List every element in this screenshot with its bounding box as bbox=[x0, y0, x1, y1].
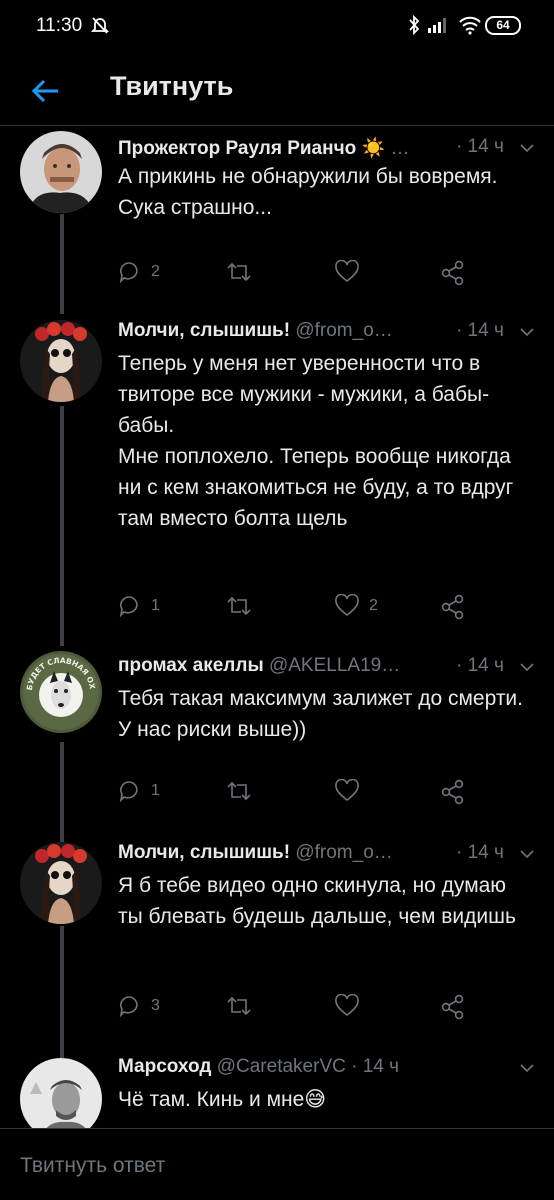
status-time: 11:30 bbox=[36, 15, 83, 36]
like-button[interactable]: 2 bbox=[334, 594, 378, 618]
signal-icon bbox=[426, 16, 450, 39]
reply-button[interactable]: 2 bbox=[118, 260, 160, 284]
tweet[interactable]: ЭТО БУДЕТ СЛАВНАЯ ОХОТА! промах акеллы @… bbox=[0, 645, 554, 833]
tweet[interactable]: Марсоход @CaretakerVC · 14 ч Чё там. Кин… bbox=[0, 1046, 554, 1128]
avatar[interactable] bbox=[20, 131, 102, 213]
avatar[interactable] bbox=[20, 1058, 102, 1128]
share-button[interactable] bbox=[440, 779, 466, 805]
chevron-down-icon[interactable] bbox=[520, 140, 534, 158]
reply-count: 2 bbox=[151, 263, 160, 280]
chevron-down-icon[interactable] bbox=[520, 1060, 534, 1078]
tweet-author-name[interactable]: Прожектор Рауля Рианчо bbox=[118, 138, 356, 159]
tweet-text: Тебя такая максимум залижет до смерти. У… bbox=[118, 687, 523, 741]
reply-button[interactable]: 1 bbox=[118, 594, 160, 618]
tweet-author-name[interactable]: Марсоход bbox=[118, 1056, 211, 1077]
alarm-off-icon bbox=[90, 15, 110, 40]
retweet-button[interactable] bbox=[226, 260, 261, 284]
tweet-text: Я б тебе видео одно скинула, но думаю ты… bbox=[118, 874, 516, 928]
sun-emoji: ☀️ bbox=[361, 138, 386, 159]
reply-count: 1 bbox=[151, 597, 160, 614]
app-bar: Твитнуть bbox=[0, 56, 554, 126]
like-button[interactable] bbox=[334, 994, 369, 1018]
retweet-icon bbox=[227, 262, 251, 282]
tweet-author-handle: @from_o… bbox=[295, 842, 393, 863]
share-icon bbox=[441, 594, 464, 620]
tweet-author-handle: @CaretakerVC bbox=[216, 1056, 346, 1077]
avatar[interactable]: ЭТО БУДЕТ СЛАВНАЯ ОХОТА! bbox=[20, 651, 102, 733]
tweet-time: · 14 ч bbox=[456, 320, 504, 341]
arrow-left-icon[interactable] bbox=[28, 73, 64, 109]
share-icon bbox=[441, 260, 464, 286]
tweet-author-handle: … bbox=[390, 138, 410, 159]
tweet-time: · 14 ч bbox=[351, 1056, 400, 1077]
tweet-author-handle: @AKELLA19… bbox=[268, 655, 401, 676]
reply-count: 3 bbox=[151, 997, 160, 1014]
tweet-text: А прикинь не обнаружили бы вовремя. Сука… bbox=[118, 165, 498, 219]
share-button[interactable] bbox=[440, 994, 466, 1020]
share-button[interactable] bbox=[440, 260, 466, 286]
tweet-author-name[interactable]: Молчи, слышишь! bbox=[118, 842, 290, 863]
tweet-author-name[interactable]: Молчи, слышишь! bbox=[118, 320, 290, 341]
share-icon bbox=[441, 994, 464, 1020]
retweet-icon bbox=[227, 596, 251, 616]
like-button[interactable] bbox=[334, 260, 369, 284]
like-count: 2 bbox=[369, 597, 378, 614]
reply-icon bbox=[119, 996, 138, 1018]
retweet-button[interactable] bbox=[226, 594, 261, 618]
avatar[interactable] bbox=[20, 320, 102, 402]
tweet[interactable]: Молчи, слышишь! @from_o… · 14 ч Теперь у… bbox=[0, 310, 554, 640]
reply-icon bbox=[119, 262, 138, 284]
tweet-author-name[interactable]: промах акеллы bbox=[118, 655, 264, 676]
battery-icon: 64 bbox=[485, 16, 521, 35]
status-bar: 11:30 64 bbox=[0, 0, 554, 56]
bluetooth-icon bbox=[408, 14, 420, 40]
reply-icon bbox=[119, 596, 138, 618]
reply-composer[interactable]: Твитнуть ответ bbox=[0, 1128, 554, 1200]
reply-count: 1 bbox=[151, 782, 160, 799]
tweet-author-handle: @from_o… bbox=[295, 320, 393, 341]
tweet-time: · 14 ч bbox=[456, 842, 504, 863]
heart-icon bbox=[335, 260, 359, 283]
tweet[interactable]: Прожектор Рауля Рианчо ☀️ … · 14 ч А при… bbox=[0, 128, 554, 306]
reply-input[interactable]: Твитнуть ответ bbox=[20, 1154, 165, 1178]
chevron-down-icon[interactable] bbox=[520, 324, 534, 342]
heart-icon bbox=[335, 594, 359, 617]
chevron-down-icon[interactable] bbox=[520, 659, 534, 677]
page-title: Твитнуть bbox=[110, 71, 234, 101]
tweet-text: Чё там. Кинь и мне😅 bbox=[118, 1088, 327, 1111]
retweet-button[interactable] bbox=[226, 994, 261, 1018]
tweet-text: Теперь у меня нет уверенности что в твит… bbox=[118, 352, 514, 530]
reply-button[interactable]: 1 bbox=[118, 779, 160, 803]
chevron-down-icon[interactable] bbox=[520, 846, 534, 864]
tweet-time: · 14 ч bbox=[456, 136, 504, 157]
reply-icon bbox=[119, 781, 138, 803]
share-button[interactable] bbox=[440, 594, 466, 620]
share-icon bbox=[441, 779, 464, 805]
like-button[interactable] bbox=[334, 779, 369, 803]
reply-button[interactable]: 3 bbox=[118, 994, 160, 1018]
tweet-time: · 14 ч bbox=[456, 655, 504, 676]
avatar[interactable] bbox=[20, 842, 102, 924]
tweet[interactable]: Молчи, слышишь! @from_o… · 14 ч Я б тебе… bbox=[0, 832, 554, 1042]
heart-icon bbox=[335, 779, 359, 802]
retweet-button[interactable] bbox=[226, 779, 261, 803]
heart-icon bbox=[335, 994, 359, 1017]
retweet-icon bbox=[227, 996, 251, 1016]
wifi-icon bbox=[458, 15, 482, 40]
retweet-icon bbox=[227, 781, 251, 801]
